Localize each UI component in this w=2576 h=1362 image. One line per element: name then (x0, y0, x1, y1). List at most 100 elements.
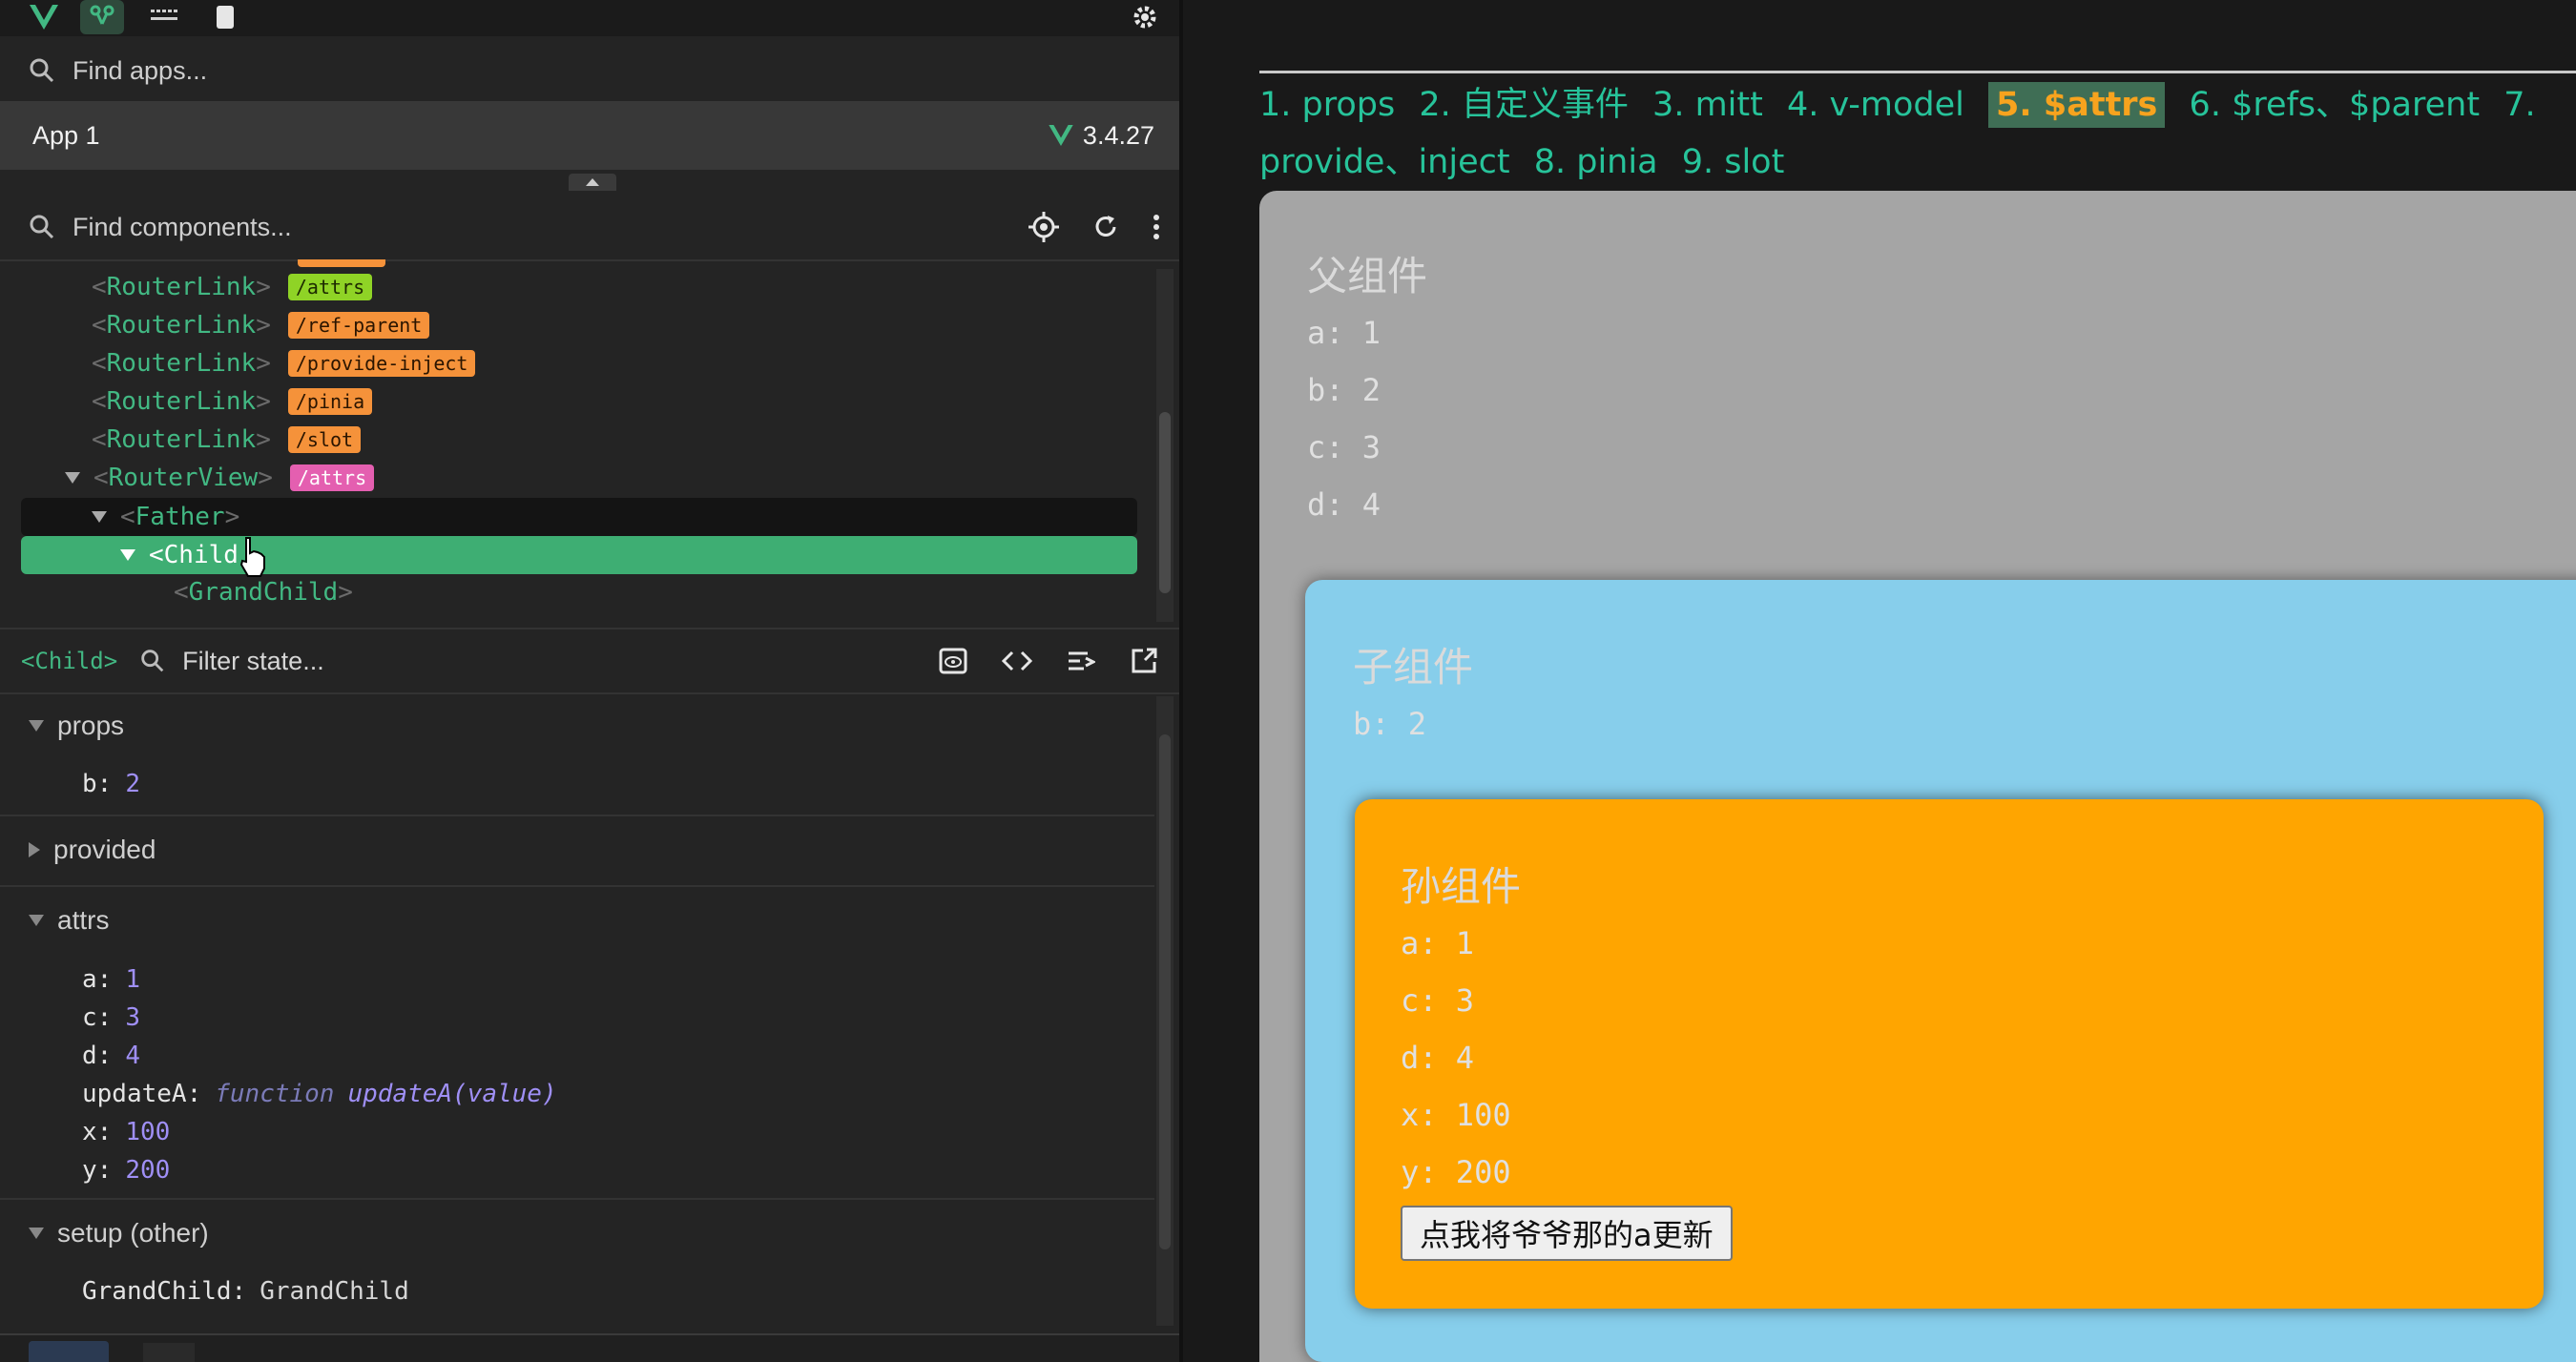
code-icon[interactable] (1002, 650, 1032, 672)
tree-node-routerview[interactable]: < RouterView > /attrs (65, 460, 375, 496)
child-value-b: b: 2 (1353, 706, 1427, 742)
route-badge: /ref-parent (287, 312, 430, 339)
page-title-clipped (2149, 0, 2511, 34)
expand-triangle-icon[interactable] (29, 720, 44, 732)
attr-updateA[interactable]: updateA: function updateA(value) (82, 1076, 557, 1112)
tree-node-label: GrandChild (188, 578, 339, 607)
expand-triangle-icon[interactable] (29, 915, 44, 926)
tree-node-routerlink[interactable]: < RouterLink > /attrs (92, 269, 373, 305)
timeline-tab-icon[interactable] (145, 0, 183, 34)
grandchild-value-a: a: 1 (1401, 925, 1475, 961)
nav-link-custom-event[interactable]: 2. 自定义事件 (1419, 86, 1629, 124)
pinia-tab-icon[interactable] (206, 0, 244, 34)
tree-node-label: RouterLink (106, 425, 257, 454)
expand-triangle-icon[interactable] (29, 1228, 44, 1239)
tree-scrollbar-thumb[interactable] (1159, 412, 1171, 593)
app-selector-row[interactable]: App 1 3.4.27 (0, 101, 1179, 170)
nav-link-attrs-active[interactable]: 5. $attrs (1988, 82, 2166, 128)
more-vertical-icon[interactable] (1153, 214, 1160, 240)
child-title: 子组件 (1353, 644, 1474, 691)
devtools-topbar (0, 0, 1179, 36)
state-value: 1 (125, 965, 140, 994)
find-components-field[interactable]: Find components... (0, 195, 1179, 261)
tree-node-label: RouterLink (106, 311, 257, 340)
section-provided-header[interactable]: provided (0, 816, 1154, 883)
father-value-c: c: 3 (1307, 429, 1381, 465)
vue-devtools-panel: Find apps... App 1 3.4.27 Find component… (0, 0, 1183, 1362)
function-keyword: function (215, 1080, 335, 1108)
search-icon (30, 58, 54, 83)
app-name: App 1 (32, 120, 100, 150)
setup-grandchild[interactable]: GrandChild: GrandChild (82, 1273, 409, 1310)
tree-node-father-label[interactable]: < Father > (92, 499, 239, 535)
tree-node-label: Father (135, 503, 225, 531)
tree-node-routerlink[interactable]: < RouterLink > /ref-parent (92, 307, 430, 343)
attr-y[interactable]: y: 200 (82, 1152, 170, 1188)
nav-link-v-model[interactable]: 4. v-model (1787, 86, 1964, 124)
nav-links: 1. props 2. 自定义事件 3. mitt 4. v-model 5. … (1259, 76, 2576, 191)
tree-node-routerlink[interactable]: < RouterLink > /pinia (92, 383, 373, 420)
route-badge: /attrs (289, 464, 375, 491)
filter-state-field[interactable]: Filter state... (182, 647, 324, 676)
father-value-d: d: 4 (1307, 486, 1381, 523)
components-tab-icon[interactable] (80, 0, 124, 34)
search-icon (141, 650, 164, 672)
section-setup-header[interactable]: setup (other) (0, 1200, 1154, 1267)
section-label: provided (53, 835, 156, 864)
state-scrollbar-thumb[interactable] (1159, 734, 1171, 1249)
state-value: 100 (125, 1118, 171, 1146)
tree-node-child-label[interactable]: < Child (120, 537, 239, 573)
open-in-editor-icon[interactable] (1130, 647, 1158, 675)
settings-gear-icon[interactable] (1126, 0, 1164, 34)
nav-link-refs-parent[interactable]: 6. $refs、$parent (2190, 86, 2481, 124)
console-tab[interactable] (29, 1341, 109, 1362)
state-key: a (82, 965, 97, 994)
section-attrs-header[interactable]: attrs (0, 887, 1154, 954)
expand-triangle-icon[interactable] (92, 511, 107, 523)
app-preview: 1. props 2. 自定义事件 3. mitt 4. v-model 5. … (1183, 0, 2576, 1362)
render-code-icon[interactable] (1067, 650, 1095, 672)
refresh-icon[interactable] (1091, 213, 1120, 241)
find-apps-field[interactable]: Find apps... (0, 38, 1179, 105)
prop-b[interactable]: b: 2 (82, 766, 140, 802)
nav-link-pinia[interactable]: 8. pinia (1534, 143, 1658, 181)
grandchild-value-d: d: 4 (1401, 1040, 1475, 1076)
section-props-header[interactable]: props (0, 692, 1154, 759)
grandchild-value-c: c: 3 (1401, 982, 1475, 1019)
expand-triangle-icon[interactable] (120, 549, 135, 561)
attr-x[interactable]: x: 100 (82, 1114, 170, 1150)
attr-a[interactable]: a: 1 (82, 961, 140, 998)
collapse-handle[interactable] (569, 174, 616, 191)
nav-divider (1259, 71, 2576, 73)
update-grandpa-a-button[interactable]: 点我将爷爷那的a更新 (1401, 1206, 1733, 1261)
selected-component-label: <Child> (21, 648, 118, 674)
tree-node-grandchild[interactable]: < GrandChild > (174, 574, 353, 610)
attr-d[interactable]: d: 4 (82, 1038, 140, 1074)
state-scrollbar[interactable] (1156, 696, 1174, 1326)
tree-node-routerlink[interactable]: < RouterLink > /provide-inject (92, 345, 476, 382)
expand-triangle-icon[interactable] (65, 472, 80, 484)
console-drawer-tabs (0, 1333, 1179, 1362)
section-label: setup (other) (57, 1218, 209, 1248)
nav-link-mitt[interactable]: 3. mitt (1652, 86, 1763, 124)
select-component-target-icon[interactable] (1028, 212, 1059, 242)
attr-c[interactable]: c: 3 (82, 1000, 140, 1036)
chevron-up-icon (586, 178, 599, 186)
vue-logo-icon[interactable] (25, 0, 63, 34)
state-key: updateA (82, 1080, 187, 1108)
nav-link-slot[interactable]: 9. slot (1682, 143, 1785, 181)
collapsed-triangle-icon[interactable] (29, 842, 40, 857)
route-badge: /provide-inject (287, 350, 476, 377)
state-value: 200 (125, 1156, 171, 1185)
state-value: 4 (125, 1042, 140, 1070)
vue-version: 3.4.27 (1082, 120, 1154, 150)
tree-node-routerlink[interactable]: < RouterLink > /slot (92, 422, 362, 458)
nav-link-props[interactable]: 1. props (1259, 86, 1395, 124)
clipped-route-badge (298, 259, 385, 267)
state-value: GrandChild (260, 1277, 409, 1306)
issues-tab[interactable] (143, 1343, 195, 1362)
tree-scrollbar[interactable] (1156, 269, 1174, 622)
scroll-to-component-icon[interactable] (939, 648, 967, 674)
tree-node-label: RouterLink (106, 273, 257, 301)
tree-node-label: RouterView (108, 464, 259, 492)
